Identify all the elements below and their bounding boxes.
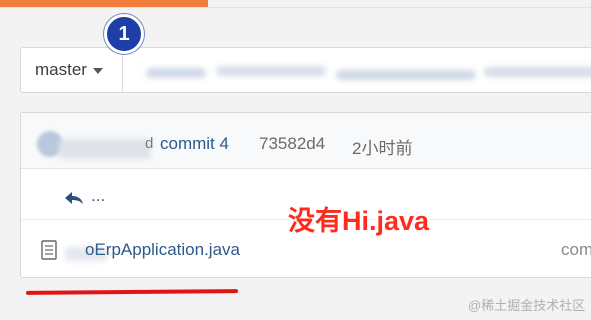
branch-label: master bbox=[35, 60, 87, 79]
commit-hash[interactable]: 73582d4 bbox=[259, 134, 325, 154]
author-name-redacted bbox=[59, 139, 151, 159]
commit-message-link[interactable]: commit 4 bbox=[160, 134, 229, 154]
branch-path-bar: master bbox=[20, 47, 591, 93]
annotation-underline bbox=[25, 289, 239, 295]
latest-commit-row: d commit 4 73582d4 2小时前 bbox=[21, 113, 591, 169]
commit-time: 2小时前 bbox=[352, 139, 413, 158]
back-arrow-icon bbox=[65, 192, 83, 204]
step-number-badge: 1 bbox=[104, 14, 144, 54]
file-text-icon bbox=[41, 240, 57, 260]
divider bbox=[0, 7, 591, 8]
step-number: 1 bbox=[118, 22, 130, 45]
file-last-commit[interactable]: com bbox=[561, 240, 591, 260]
file-list-panel: d commit 4 73582d4 2小时前 ... oErpApplicat… bbox=[20, 112, 591, 278]
file-name-link[interactable]: oErpApplication.java bbox=[85, 240, 240, 260]
parent-directory-label[interactable]: ... bbox=[91, 186, 105, 206]
repository-path-redacted bbox=[124, 48, 591, 92]
active-tab-indicator bbox=[0, 0, 208, 7]
caret-down-icon bbox=[92, 68, 103, 74]
author-name-tail: d bbox=[145, 135, 154, 152]
annotation-text: 没有Hi.java bbox=[288, 206, 430, 236]
watermark: @稀土掘金技术社区 bbox=[468, 298, 586, 313]
branch-selector-button[interactable]: master bbox=[21, 48, 123, 92]
